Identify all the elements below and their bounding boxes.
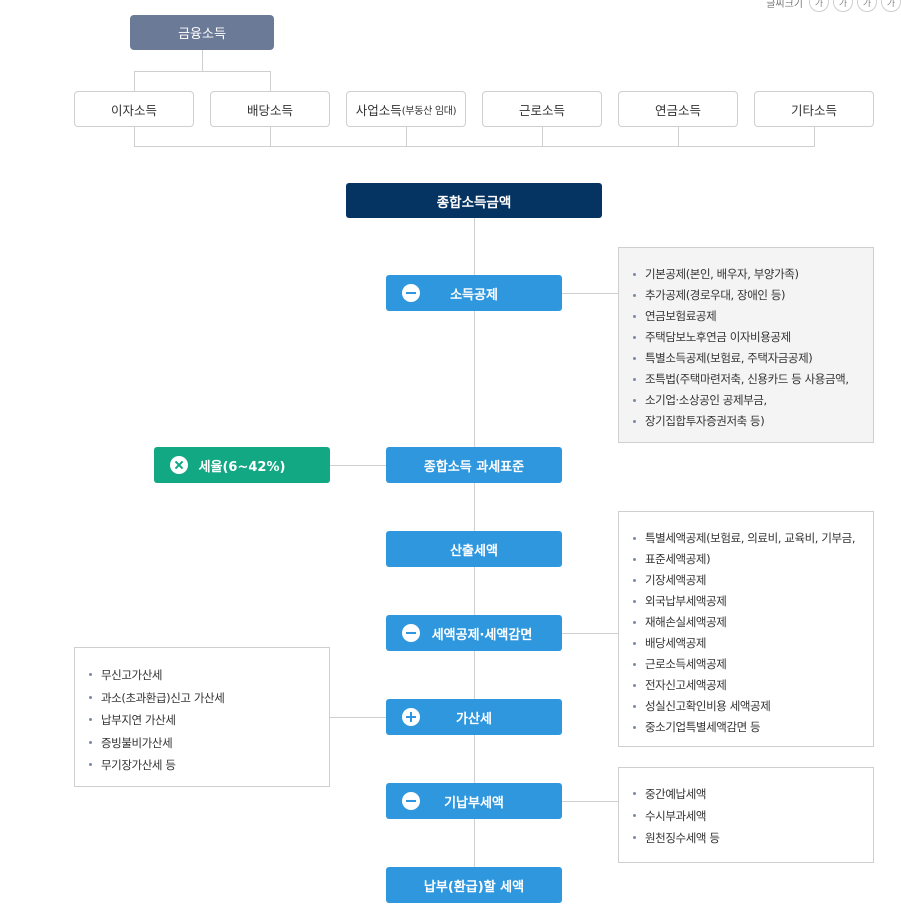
note-item: 중간예납세액: [633, 783, 873, 805]
income-type-label: 근로소득: [518, 102, 565, 118]
computed-tax-step: 산출세액: [386, 531, 562, 567]
step-label: 산출세액: [450, 543, 498, 559]
note-item: 성실신고확인비용 세액공제: [633, 696, 873, 717]
tax-credit-note: 특별세액공제(보험료, 의료비, 교육비, 기부금, 표준세액공제) 기장세액공…: [618, 511, 874, 747]
plus-icon: [402, 708, 420, 726]
note-item: 소기업·소상공인 공제부금,: [633, 390, 873, 411]
note-item: 수시부과세액: [633, 805, 873, 827]
font-size-button[interactable]: 가: [857, 0, 877, 12]
note-item: 외국납부세액공제: [633, 591, 873, 612]
note-item: 무신고가산세: [89, 664, 329, 687]
minus-icon: [402, 624, 420, 642]
tax-credit-step: 세액공제·세액감면: [386, 615, 562, 651]
income-type-label: 연금소득: [654, 102, 701, 118]
additional-tax-step: 가산세: [386, 699, 562, 735]
step-label: 소득공제: [450, 287, 498, 303]
note-item: 재해손실세액공제: [633, 612, 873, 633]
tax-base-step: 종합소득 과세표준: [386, 447, 562, 483]
prepaid-tax-note: 중간예납세액 수시부과세액 원천징수세액 등: [618, 767, 874, 863]
income-type-box: 연금소득: [618, 91, 738, 127]
font-size-button[interactable]: 가: [833, 0, 853, 12]
step-label: 종합소득 과세표준: [423, 459, 525, 475]
financial-income-box: 금융소득: [130, 15, 274, 50]
note-item: 근로소득세액공제: [633, 654, 873, 675]
note-item: 기본공제(본인, 배우자, 부양가족): [633, 264, 873, 285]
step-label: 기납부세액: [444, 795, 504, 811]
font-size-button[interactable]: 가: [809, 0, 829, 12]
income-type-label: 기타소득: [790, 102, 837, 118]
minus-icon: [402, 792, 420, 810]
note-item: 무기장가산세 등: [89, 754, 329, 777]
note-item: 특별소득공제(보험료, 주택자금공제): [633, 348, 873, 369]
font-size-button[interactable]: 가: [881, 0, 901, 12]
income-type-label: 배당소득: [246, 102, 293, 118]
income-deduction-note: 기본공제(본인, 배우자, 부양가족) 추가공제(경로우대, 장애인 등) 연금…: [618, 247, 874, 443]
font-size-label: 글씨크기: [766, 0, 803, 10]
income-type-box: 이자소득: [74, 91, 194, 127]
total-income-label: 종합소득금액: [436, 194, 512, 211]
note-item: 조특법(주택마련저축, 신용카드 등 사용금액,: [633, 369, 873, 390]
total-income-box: 종합소득금액: [346, 183, 602, 218]
income-type-label: 이자소득: [110, 102, 157, 118]
note-item: 과소(초과환급)신고 가산세: [89, 687, 329, 710]
note-item: 납부지연 가산세: [89, 709, 329, 732]
income-type-box: 근로소득: [482, 91, 602, 127]
income-type-box: 사업소득 (부동산 임대): [346, 91, 466, 127]
step-label: 납부(환급)할 세액: [423, 879, 525, 895]
note-list: 기본공제(본인, 배우자, 부양가족) 추가공제(경로우대, 장애인 등) 연금…: [633, 264, 873, 432]
note-item: 추가공제(경로우대, 장애인 등): [633, 285, 873, 306]
note-item: 증빙불비가산세: [89, 732, 329, 755]
income-type-sublabel: (부동산 임대): [401, 105, 457, 117]
income-type-box: 배당소득: [210, 91, 330, 127]
note-list: 무신고가산세 과소(초과환급)신고 가산세 납부지연 가산세 증빙불비가산세 무…: [89, 664, 329, 777]
note-item: 기장세액공제: [633, 570, 873, 591]
note-item: 중소기업특별세액감면 등: [633, 717, 873, 738]
note-item: 원천징수세액 등: [633, 827, 873, 849]
note-list: 특별세액공제(보험료, 의료비, 교육비, 기부금, 표준세액공제) 기장세액공…: [633, 528, 873, 738]
note-item: 표준세액공제): [633, 549, 873, 570]
prepaid-tax-step: 기납부세액: [386, 783, 562, 819]
step-label: 세액공제·세액감면: [431, 627, 533, 643]
step-label: 가산세: [456, 711, 492, 727]
minus-icon: [402, 284, 420, 302]
note-item: 특별세액공제(보험료, 의료비, 교육비, 기부금,: [633, 528, 873, 549]
note-item: 전자신고세액공제: [633, 675, 873, 696]
income-type-label: 사업소득: [355, 102, 402, 118]
note-list: 중간예납세액 수시부과세액 원천징수세액 등: [633, 783, 873, 849]
font-size-controls: 글씨크기 가 가 가 가: [766, 0, 901, 12]
financial-income-label: 금융소득: [178, 27, 226, 42]
tax-rate-box: 세율(6~42%): [154, 447, 330, 483]
note-item: 장기집합투자증권저축 등): [633, 411, 873, 432]
tax-rate-label: 세율(6~42%): [198, 459, 286, 475]
payable-tax-step: 납부(환급)할 세액: [386, 867, 562, 903]
note-item: 배당세액공제: [633, 633, 873, 654]
multiply-icon: [170, 456, 188, 474]
income-type-box: 기타소득: [754, 91, 874, 127]
income-deduction-step: 소득공제: [386, 275, 562, 311]
note-item: 주택담보노후연금 이자비용공제: [633, 327, 873, 348]
note-item: 연금보험료공제: [633, 306, 873, 327]
additional-tax-note: 무신고가산세 과소(초과환급)신고 가산세 납부지연 가산세 증빙불비가산세 무…: [74, 647, 330, 787]
